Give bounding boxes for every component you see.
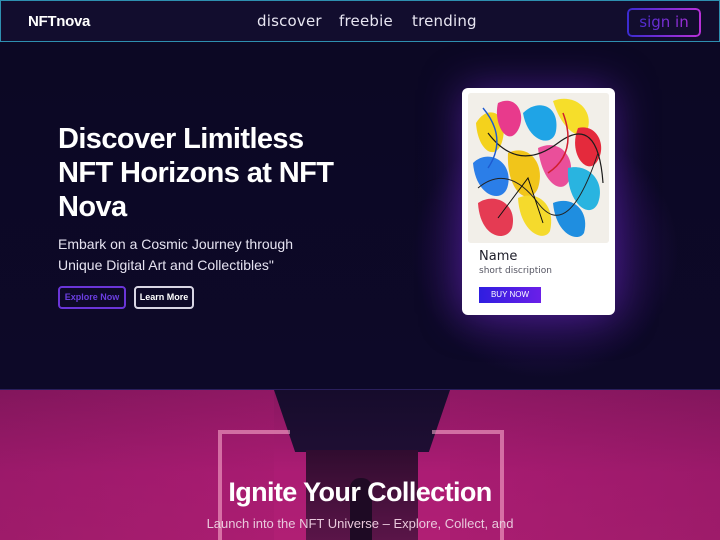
corridor-ceiling bbox=[274, 390, 450, 452]
hero-title: Discover Limitless NFT Horizons at NFT N… bbox=[58, 123, 334, 223]
nft-card[interactable]: Name short discription BUY NOW bbox=[462, 88, 615, 315]
sign-in-button[interactable]: sign in bbox=[627, 8, 701, 37]
abstract-art-image bbox=[468, 93, 609, 243]
top-navbar: NFTnova discover freebie trending sign i… bbox=[0, 0, 720, 42]
learn-more-button[interactable]: Learn More bbox=[134, 286, 194, 309]
nav-link-trending[interactable]: trending bbox=[412, 12, 477, 30]
hero-subtitle: Embark on a Cosmic Journey through Uniqu… bbox=[58, 236, 293, 273]
nft-description: short discription bbox=[479, 266, 552, 276]
section-title: Ignite Your Collection bbox=[228, 477, 492, 507]
nav-link-freebie[interactable]: freebie bbox=[339, 12, 393, 30]
hero-section: Discover Limitless NFT Horizons at NFT N… bbox=[0, 42, 720, 390]
nav-link-discover[interactable]: discover bbox=[257, 12, 322, 30]
section-subtitle: Launch into the NFT Universe – Explore, … bbox=[206, 516, 514, 531]
buy-now-button[interactable]: BUY NOW bbox=[479, 287, 541, 303]
explore-now-button[interactable]: Explore Now bbox=[58, 286, 126, 309]
ignite-section: Ignite Your Collection Launch into the N… bbox=[0, 390, 720, 540]
brand-logo[interactable]: NFTnova bbox=[28, 13, 90, 30]
nft-name: Name bbox=[479, 249, 518, 264]
